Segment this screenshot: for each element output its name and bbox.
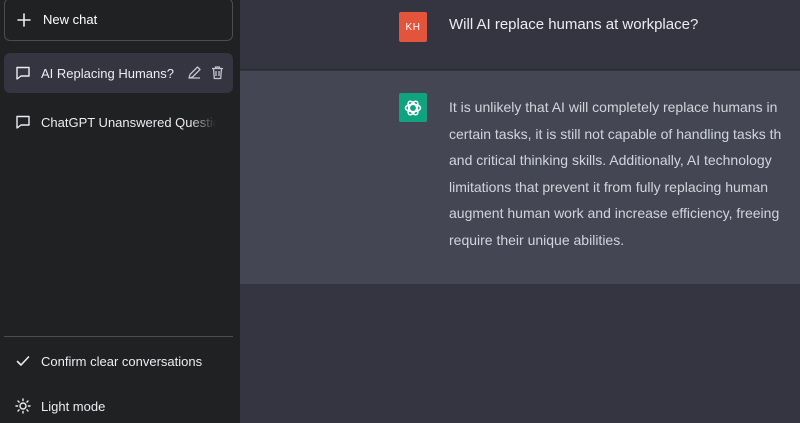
assistant-message-line: require their unique abilities. (449, 231, 625, 248)
assistant-message-line: It is unlikely that AI will completely r… (449, 99, 778, 115)
assistant-message-text: It is unlikely that AI will completely r… (449, 94, 800, 254)
user-message-text: Will AI replace humans at workplace? (449, 16, 699, 33)
conversation-item[interactable]: ChatGPT Unanswered Questio (4, 102, 233, 142)
trash-icon[interactable] (210, 65, 225, 80)
assistant-avatar (399, 93, 427, 122)
plus-icon (17, 12, 31, 27)
conversation-label: ChatGPT Unanswered Questio (41, 114, 216, 130)
confirm-clear-label: Confirm clear conversations (41, 353, 203, 369)
user-avatar: KH (399, 12, 427, 42)
chat-bubble-icon (15, 65, 31, 81)
check-icon (15, 353, 31, 369)
edit-pencil-icon[interactable] (187, 65, 202, 80)
sun-icon (15, 398, 31, 414)
new-chat-button[interactable]: New chat (4, 0, 233, 41)
assistant-message-line: and critical thinking skills. Additional… (449, 152, 772, 168)
confirm-clear-conversations-button[interactable]: Confirm clear conversations (4, 341, 233, 381)
assistant-message-line: limitations that prevent it from fully r… (449, 178, 769, 195)
light-mode-label: Light mode (41, 398, 106, 414)
assistant-message-row: It is unlikely that AI will completely r… (240, 71, 800, 284)
openai-logo-icon (403, 98, 423, 118)
chat-thread: KH Will AI replace humans at workplace? … (240, 0, 800, 423)
conversation-item-active[interactable]: AI Replacing Humans? (4, 53, 233, 93)
assistant-message-line: certain tasks, it is still not capable o… (449, 125, 782, 142)
chat-bubble-icon (15, 114, 31, 130)
user-message-row: KH Will AI replace humans at workplace? (240, 0, 800, 70)
new-chat-label: New chat (43, 12, 98, 27)
light-mode-button[interactable]: Light mode (4, 386, 233, 423)
sidebar: New chat AI Replacing Humans? ChatGPT Un… (0, 0, 240, 423)
sidebar-divider (4, 336, 233, 337)
conversation-label: AI Replacing Humans? (41, 65, 174, 81)
assistant-message-line: augment human work and increase efficien… (449, 205, 780, 221)
